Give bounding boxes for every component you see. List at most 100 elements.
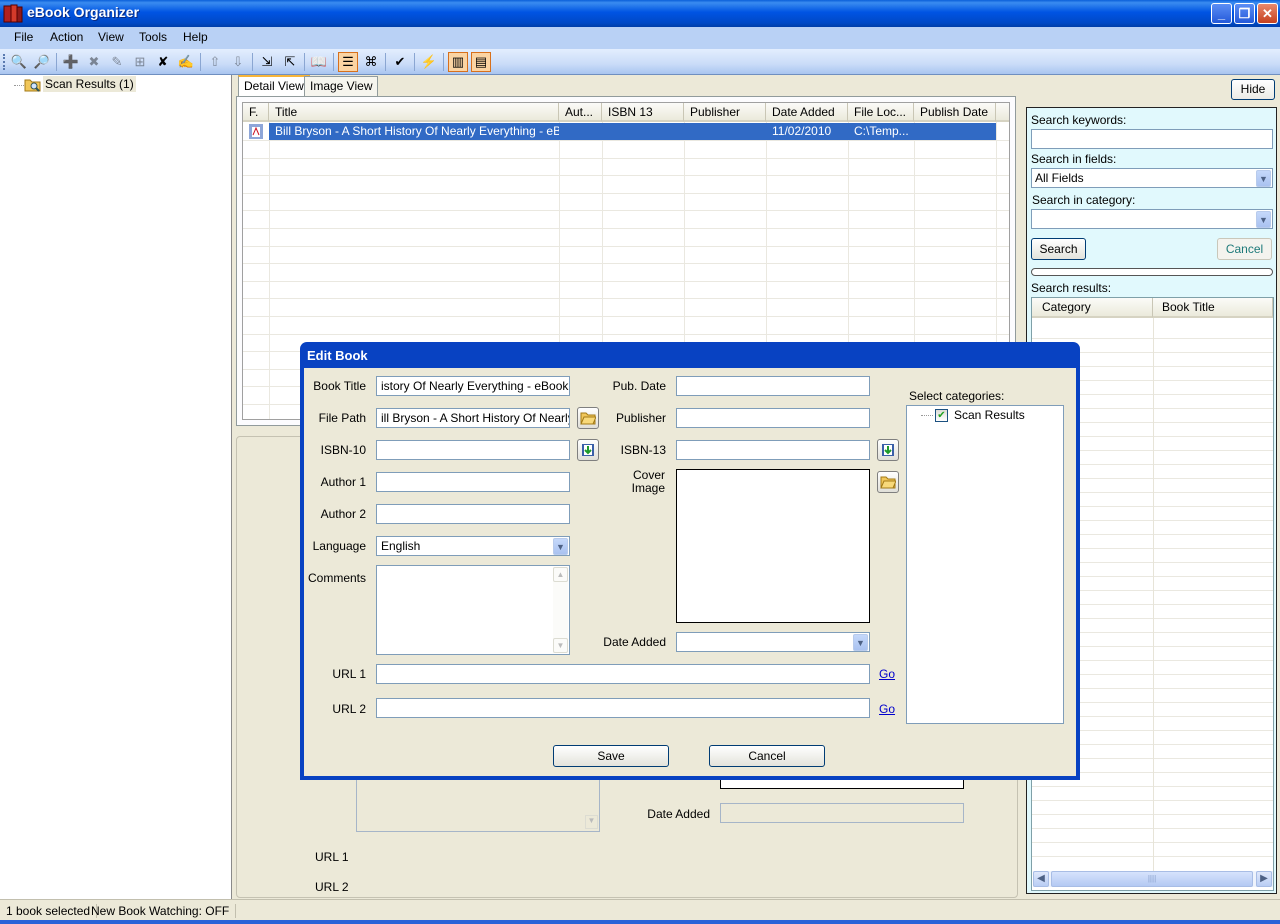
chevron-down-icon[interactable]: ▼: [853, 634, 868, 651]
chevron-down-icon[interactable]: ▼: [1256, 211, 1271, 228]
grid-row-line: [243, 158, 1009, 159]
chevron-down-icon[interactable]: ▼: [553, 538, 568, 555]
comments-scrollbar[interactable]: ▲ ▼: [553, 567, 568, 653]
export-button[interactable]: ⇱: [280, 52, 300, 72]
remove-book-button[interactable]: ✖: [84, 52, 104, 72]
pdf-button[interactable]: ⌘: [361, 52, 381, 72]
toolbar-grip[interactable]: [3, 54, 5, 70]
tab-detail-view[interactable]: Detail View: [238, 75, 310, 97]
url1-go-link[interactable]: Go: [879, 667, 895, 681]
tab-image-view[interactable]: Image View: [304, 76, 379, 96]
scroll-up-icon[interactable]: ▲: [553, 567, 568, 582]
menu-action[interactable]: Action: [50, 30, 83, 44]
tree-item-scan-results[interactable]: Scan Results (1): [43, 76, 136, 92]
column-header-format[interactable]: F.: [243, 103, 269, 122]
move-down-button[interactable]: ⇩: [228, 52, 248, 72]
url2-input[interactable]: [376, 698, 870, 718]
edit-button[interactable]: ✎: [107, 52, 127, 72]
column-header-isbn13[interactable]: ISBN 13: [602, 103, 684, 122]
column-header-publisher[interactable]: Publisher: [684, 103, 766, 122]
comments-textarea[interactable]: ▲ ▼: [376, 565, 570, 655]
book-title-input[interactable]: istory Of Nearly Everything - eBook.pdf: [376, 376, 570, 396]
pub-date-input[interactable]: [676, 376, 870, 396]
categories-tree: ✔ Scan Results: [906, 405, 1064, 724]
search-button[interactable]: 🔎: [32, 52, 52, 72]
edit-book-button[interactable]: ✍: [176, 52, 196, 72]
lookup-isbn13-button[interactable]: [877, 439, 899, 461]
grid-row-line: [243, 175, 1009, 176]
url1-input[interactable]: [376, 664, 870, 684]
grid-column-line: [269, 122, 270, 419]
add-book-button[interactable]: ➕: [61, 52, 81, 72]
search-keywords-input[interactable]: [1031, 129, 1273, 149]
results-horizontal-scrollbar[interactable]: ◀ |||| ▶: [1033, 871, 1273, 887]
url2-go-link[interactable]: Go: [879, 702, 895, 716]
grid-row-line: [243, 228, 1009, 229]
chevron-down-icon[interactable]: ▼: [1256, 170, 1271, 187]
folder-icon: [580, 412, 596, 425]
menu-file[interactable]: File: [14, 30, 33, 44]
search-button[interactable]: Search: [1031, 238, 1086, 260]
results-column-category[interactable]: Category: [1032, 298, 1153, 318]
save-button[interactable]: Save: [553, 745, 669, 767]
file-path-input[interactable]: ill Bryson - A Short History Of Nearly E…: [376, 408, 570, 428]
author2-input[interactable]: [376, 504, 570, 524]
settings-button[interactable]: ⚡: [419, 52, 439, 72]
layout-left-button[interactable]: ▥: [448, 52, 468, 72]
edit-book-icon: ✍: [177, 54, 195, 69]
scroll-down-icon: ▼: [585, 815, 598, 829]
toolbar-separator: [252, 53, 253, 71]
date-added-picker[interactable]: ▼: [676, 632, 870, 652]
scroll-thumb[interactable]: ||||: [1051, 871, 1253, 887]
search-fields-select[interactable]: All Fields ▼: [1031, 168, 1273, 188]
grid-row-line: [243, 246, 1009, 247]
column-header-file-location[interactable]: File Loc...: [848, 103, 914, 122]
delete-button[interactable]: ✘: [153, 52, 173, 72]
scroll-left-icon[interactable]: ◀: [1033, 871, 1049, 887]
search-category-select[interactable]: ▼: [1031, 209, 1273, 229]
menu-help[interactable]: Help: [183, 30, 208, 44]
publisher-input[interactable]: [676, 408, 870, 428]
isbn13-input[interactable]: [676, 440, 870, 460]
search-fields-value: All Fields: [1035, 171, 1084, 185]
author1-input[interactable]: [376, 472, 570, 492]
import-button[interactable]: ⇲: [257, 52, 277, 72]
close-button[interactable]: ✕: [1257, 3, 1278, 24]
category-checkbox-scan-results[interactable]: ✔: [935, 409, 948, 422]
search-progress-bar: [1031, 268, 1273, 276]
scroll-down-icon[interactable]: ▼: [553, 638, 568, 653]
move-up-button[interactable]: ⇧: [205, 52, 225, 72]
menu-view[interactable]: View: [98, 30, 124, 44]
column-header-title[interactable]: Title: [269, 103, 559, 122]
column-header-date-added[interactable]: Date Added: [766, 103, 848, 122]
check-button[interactable]: ✔: [390, 52, 410, 72]
toolbar-separator: [385, 53, 386, 71]
search-fields-label: Search in fields:: [1031, 152, 1117, 166]
add-to-category-button[interactable]: ⊞: [130, 52, 150, 72]
browse-file-button[interactable]: [577, 407, 599, 429]
cover-image-box[interactable]: [676, 469, 870, 623]
search-cancel-button[interactable]: Cancel: [1217, 238, 1272, 260]
restore-button[interactable]: ❐: [1234, 3, 1255, 24]
hide-search-button[interactable]: Hide: [1231, 79, 1275, 100]
check-icon: ✔: [394, 54, 406, 69]
results-column-book-title[interactable]: Book Title: [1153, 298, 1273, 318]
open-folder-search-button[interactable]: 🔍: [9, 52, 29, 72]
lookup-isbn10-button[interactable]: [577, 439, 599, 461]
cancel-button[interactable]: Cancel: [709, 745, 825, 767]
isbn10-label: ISBN-10: [320, 443, 366, 457]
column-header-publish-date[interactable]: Publish Date: [914, 103, 996, 122]
layout-left-icon: ▥: [451, 54, 465, 69]
language-select[interactable]: English ▼: [376, 536, 570, 556]
isbn10-input[interactable]: [376, 440, 570, 460]
book-info-button[interactable]: 📖: [309, 52, 329, 72]
detail-view-button[interactable]: ☰: [338, 52, 358, 72]
scroll-right-icon[interactable]: ▶: [1256, 871, 1272, 887]
tree-line: [14, 85, 24, 86]
column-header-author[interactable]: Aut...: [559, 103, 602, 122]
menu-tools[interactable]: Tools: [139, 30, 167, 44]
browse-cover-button[interactable]: [877, 471, 899, 493]
layout-bottom-button[interactable]: ▤: [471, 52, 491, 72]
minimize-button[interactable]: _: [1211, 3, 1232, 24]
search-category-label: Search in category:: [1032, 193, 1136, 207]
